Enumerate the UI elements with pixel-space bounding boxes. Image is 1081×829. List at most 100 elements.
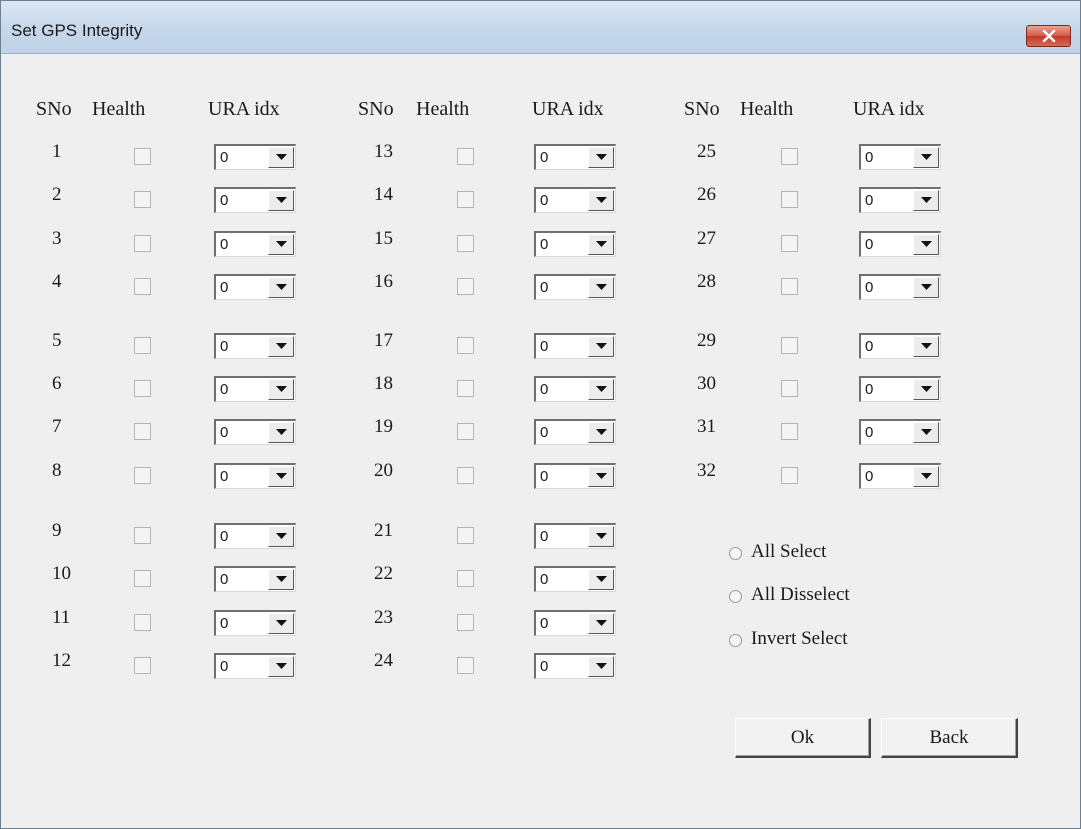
dropdown-arrow-button[interactable] <box>268 277 294 298</box>
ura-dropdown[interactable]: 0 <box>214 523 296 549</box>
ura-dropdown[interactable]: 0 <box>534 231 616 257</box>
dropdown-arrow-button[interactable] <box>268 466 294 487</box>
ura-dropdown[interactable]: 0 <box>214 333 296 359</box>
ura-dropdown[interactable]: 0 <box>859 274 941 300</box>
ura-dropdown[interactable]: 0 <box>534 333 616 359</box>
dropdown-arrow-button[interactable] <box>588 277 614 298</box>
ura-dropdown[interactable]: 0 <box>214 376 296 402</box>
dropdown-arrow-button[interactable] <box>913 190 939 211</box>
dropdown-arrow-button[interactable] <box>913 336 939 357</box>
dropdown-arrow-button[interactable] <box>588 526 614 547</box>
dropdown-arrow-button[interactable] <box>588 234 614 255</box>
health-checkbox[interactable] <box>457 614 474 631</box>
title-bar[interactable]: Set GPS Integrity <box>1 1 1080 54</box>
ura-dropdown[interactable]: 0 <box>859 419 941 445</box>
dropdown-arrow-button[interactable] <box>588 336 614 357</box>
health-checkbox[interactable] <box>457 380 474 397</box>
health-checkbox[interactable] <box>781 148 798 165</box>
dropdown-arrow-button[interactable] <box>913 147 939 168</box>
dropdown-arrow-button[interactable] <box>588 379 614 400</box>
dropdown-arrow-button[interactable] <box>913 466 939 487</box>
dropdown-arrow-button[interactable] <box>588 466 614 487</box>
ura-dropdown[interactable]: 0 <box>214 231 296 257</box>
ura-dropdown[interactable]: 0 <box>859 231 941 257</box>
ura-dropdown[interactable]: 0 <box>534 463 616 489</box>
health-checkbox[interactable] <box>134 380 151 397</box>
ura-dropdown[interactable]: 0 <box>534 653 616 679</box>
health-checkbox[interactable] <box>134 278 151 295</box>
dropdown-arrow-button[interactable] <box>913 277 939 298</box>
health-checkbox[interactable] <box>781 337 798 354</box>
dropdown-arrow-button[interactable] <box>268 613 294 634</box>
health-checkbox[interactable] <box>781 278 798 295</box>
ura-dropdown[interactable]: 0 <box>859 463 941 489</box>
dropdown-arrow-button[interactable] <box>588 422 614 443</box>
dropdown-arrow-button[interactable] <box>268 422 294 443</box>
ura-dropdown[interactable]: 0 <box>534 523 616 549</box>
dropdown-arrow-button[interactable] <box>913 422 939 443</box>
dropdown-arrow-button[interactable] <box>588 147 614 168</box>
close-button[interactable] <box>1026 25 1071 47</box>
ura-dropdown[interactable]: 0 <box>214 653 296 679</box>
health-checkbox[interactable] <box>134 148 151 165</box>
back-button[interactable]: Back <box>881 718 1018 758</box>
dropdown-arrow-button[interactable] <box>588 190 614 211</box>
ura-dropdown[interactable]: 0 <box>859 144 941 170</box>
dropdown-arrow-button[interactable] <box>268 379 294 400</box>
health-checkbox[interactable] <box>457 657 474 674</box>
health-checkbox[interactable] <box>457 570 474 587</box>
ura-dropdown[interactable]: 0 <box>214 566 296 592</box>
ura-dropdown[interactable]: 0 <box>534 610 616 636</box>
health-checkbox[interactable] <box>134 235 151 252</box>
dropdown-arrow-button[interactable] <box>588 613 614 634</box>
health-checkbox[interactable] <box>781 380 798 397</box>
ura-dropdown[interactable]: 0 <box>859 333 941 359</box>
dropdown-arrow-button[interactable] <box>268 336 294 357</box>
dropdown-arrow-button[interactable] <box>268 147 294 168</box>
radio-button[interactable] <box>729 547 742 560</box>
ura-dropdown[interactable]: 0 <box>859 187 941 213</box>
radio-button[interactable] <box>729 590 742 603</box>
health-checkbox[interactable] <box>781 191 798 208</box>
health-checkbox[interactable] <box>457 278 474 295</box>
ura-dropdown[interactable]: 0 <box>534 144 616 170</box>
dropdown-arrow-button[interactable] <box>268 526 294 547</box>
health-checkbox[interactable] <box>134 423 151 440</box>
ura-dropdown[interactable]: 0 <box>534 274 616 300</box>
health-checkbox[interactable] <box>134 657 151 674</box>
dropdown-arrow-button[interactable] <box>913 234 939 255</box>
health-checkbox[interactable] <box>457 527 474 544</box>
dropdown-arrow-button[interactable] <box>588 569 614 590</box>
ura-dropdown[interactable]: 0 <box>534 187 616 213</box>
ura-dropdown[interactable]: 0 <box>859 376 941 402</box>
health-checkbox[interactable] <box>781 423 798 440</box>
health-checkbox[interactable] <box>457 235 474 252</box>
health-checkbox[interactable] <box>134 467 151 484</box>
ura-dropdown[interactable]: 0 <box>214 274 296 300</box>
health-checkbox[interactable] <box>781 235 798 252</box>
radio-button[interactable] <box>729 634 742 647</box>
dropdown-arrow-button[interactable] <box>913 379 939 400</box>
dropdown-arrow-button[interactable] <box>588 656 614 677</box>
health-checkbox[interactable] <box>134 570 151 587</box>
health-checkbox[interactable] <box>457 148 474 165</box>
dropdown-arrow-button[interactable] <box>268 190 294 211</box>
ura-dropdown[interactable]: 0 <box>214 419 296 445</box>
health-checkbox[interactable] <box>781 467 798 484</box>
ura-dropdown[interactable]: 0 <box>534 566 616 592</box>
health-checkbox[interactable] <box>457 191 474 208</box>
ura-dropdown[interactable]: 0 <box>214 187 296 213</box>
health-checkbox[interactable] <box>134 337 151 354</box>
ura-dropdown[interactable]: 0 <box>534 419 616 445</box>
ok-button[interactable]: Ok <box>735 718 871 758</box>
health-checkbox[interactable] <box>134 191 151 208</box>
dropdown-arrow-button[interactable] <box>268 569 294 590</box>
dropdown-arrow-button[interactable] <box>268 234 294 255</box>
health-checkbox[interactable] <box>457 467 474 484</box>
health-checkbox[interactable] <box>457 423 474 440</box>
dropdown-arrow-button[interactable] <box>268 656 294 677</box>
ura-dropdown[interactable]: 0 <box>214 610 296 636</box>
health-checkbox[interactable] <box>134 614 151 631</box>
ura-dropdown[interactable]: 0 <box>534 376 616 402</box>
health-checkbox[interactable] <box>134 527 151 544</box>
